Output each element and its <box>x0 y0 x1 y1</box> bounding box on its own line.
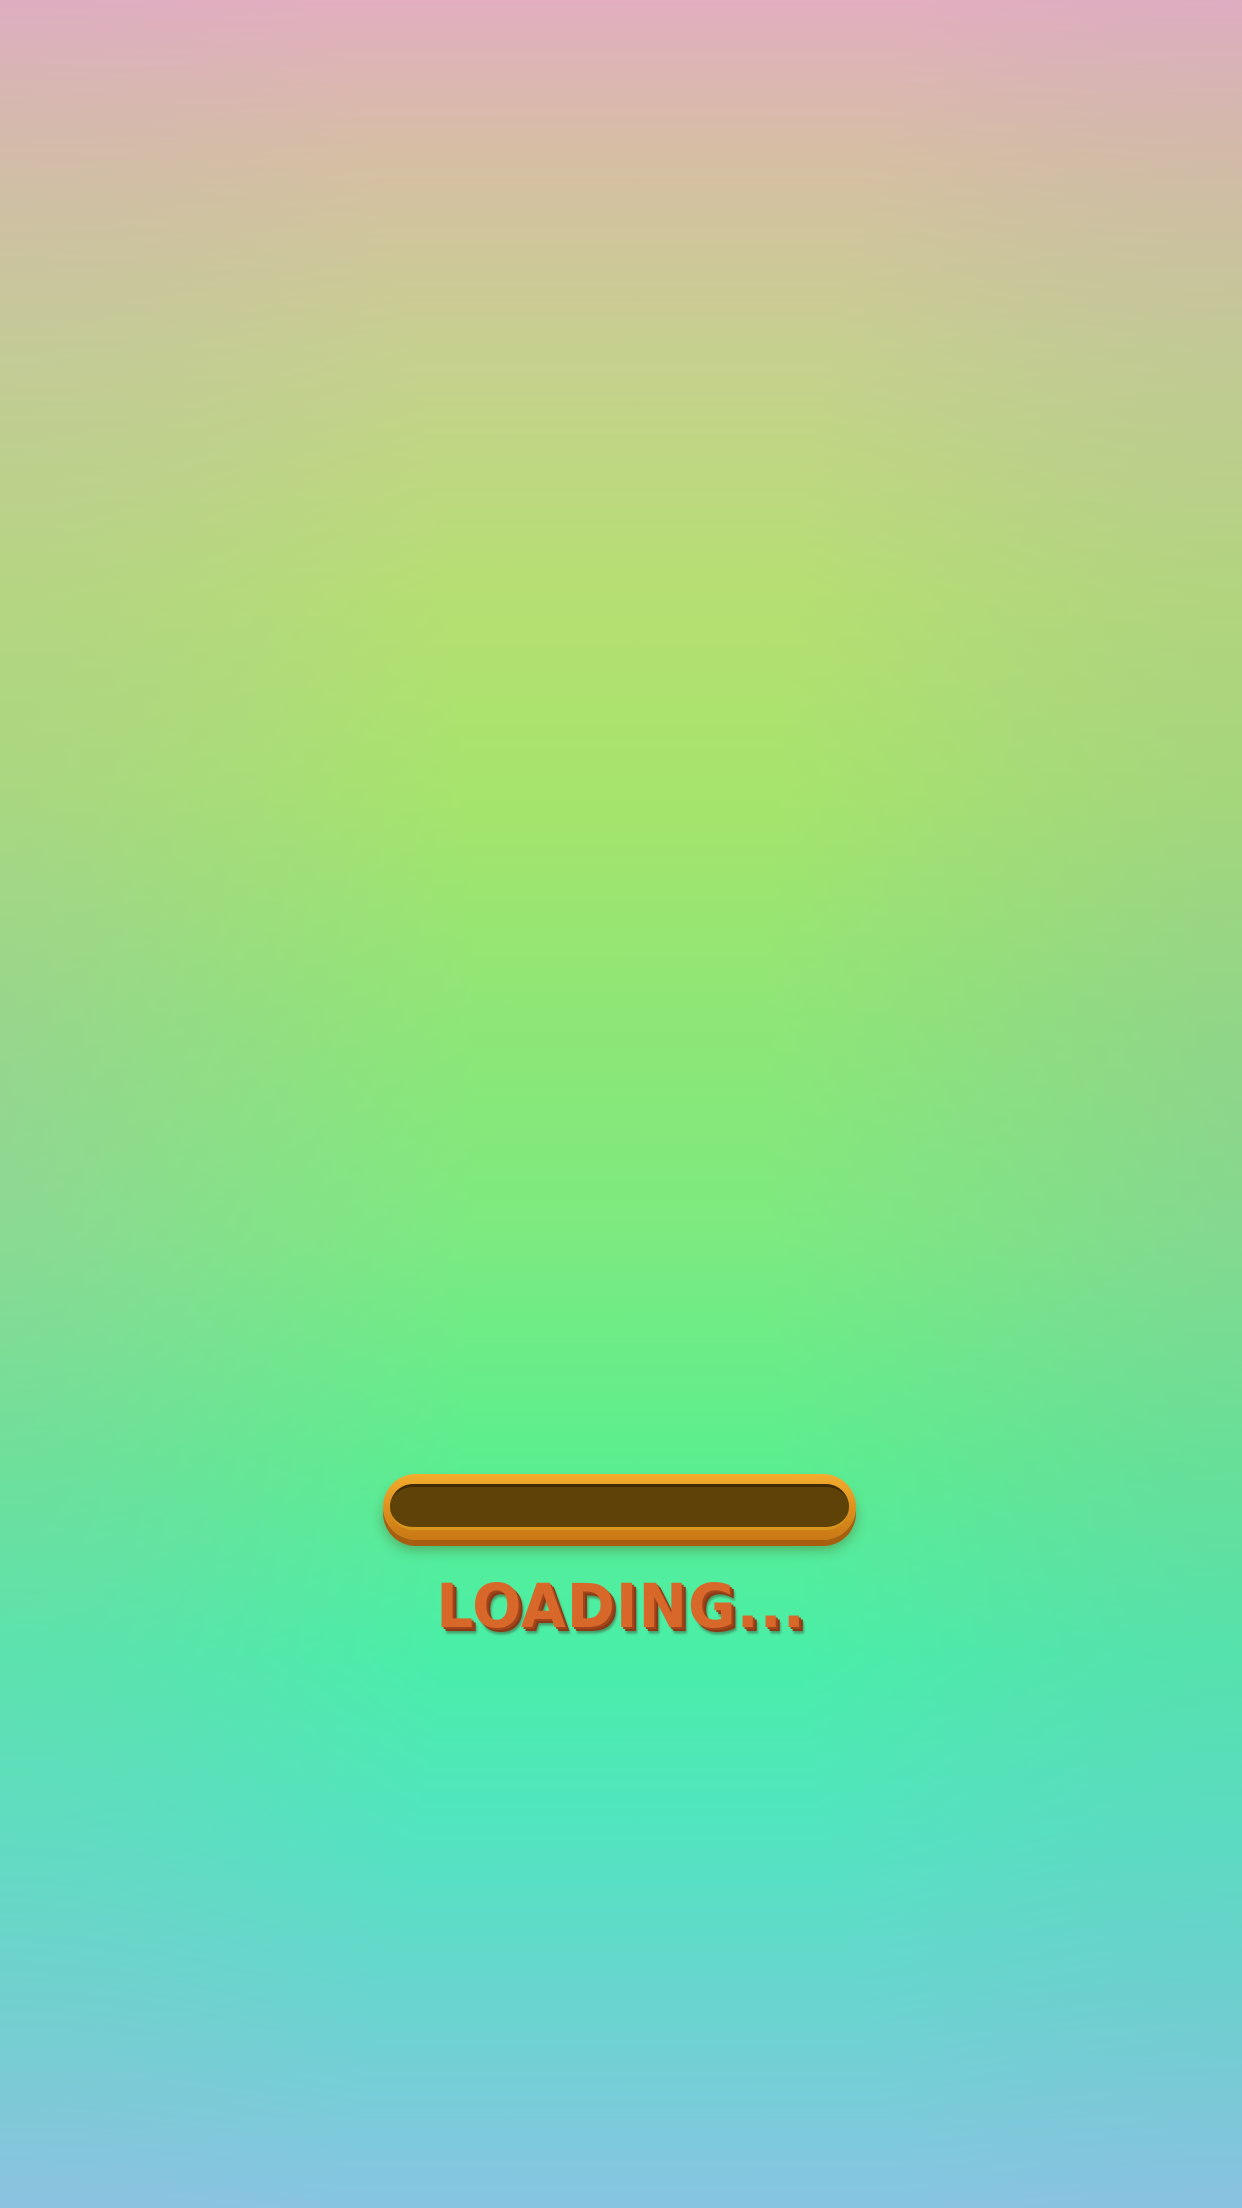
loading-progress-bar <box>383 1474 856 1540</box>
loading-label: LOADING... <box>436 1570 806 1642</box>
loading-screen-background: LOADING... <box>0 0 1242 2208</box>
progress-track <box>390 1484 849 1530</box>
